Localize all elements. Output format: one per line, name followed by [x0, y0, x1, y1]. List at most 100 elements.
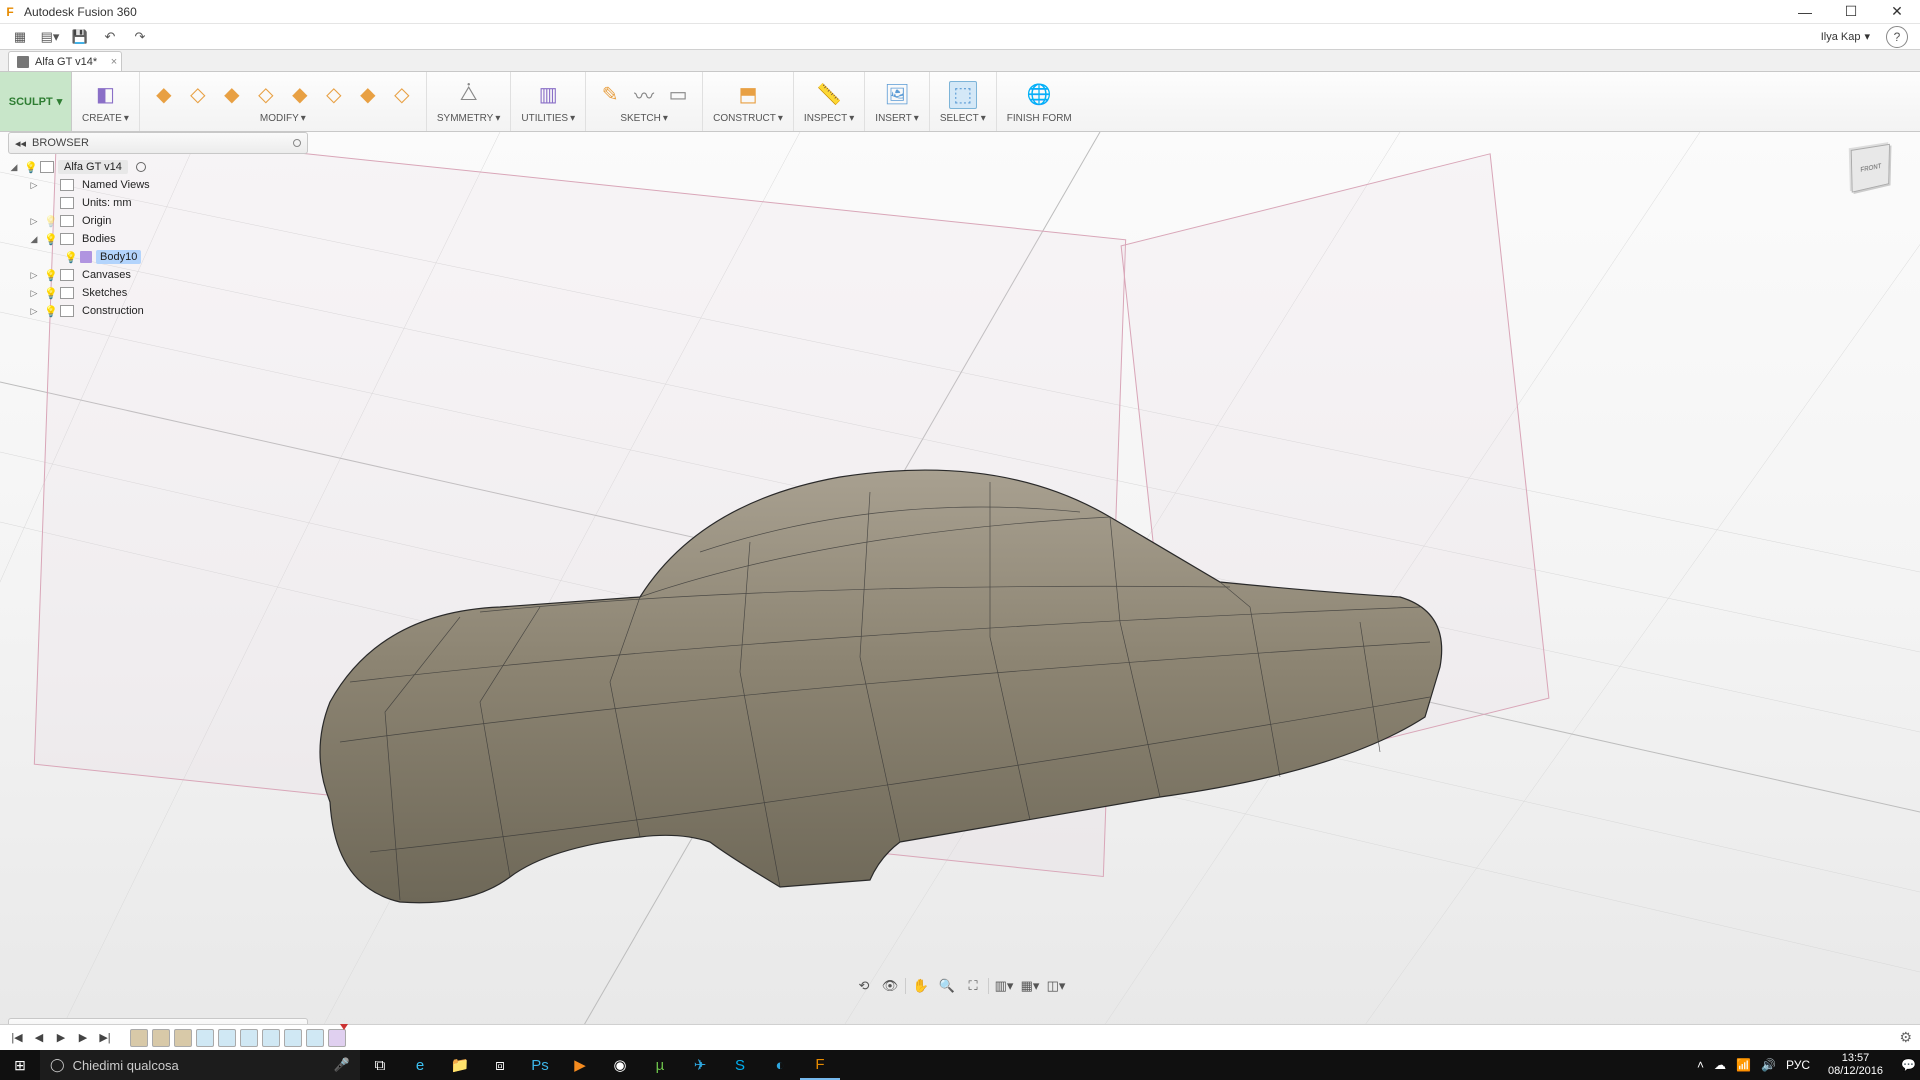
- photoshop-icon[interactable]: Ps: [520, 1050, 560, 1080]
- browser-collapse-icon[interactable]: ◂◂: [15, 137, 26, 150]
- tray-volume-icon[interactable]: 🔊: [1761, 1058, 1776, 1072]
- construct-icon[interactable]: ⬒: [734, 81, 762, 109]
- inspect-label[interactable]: INSPECT▾: [804, 112, 854, 126]
- timeline-feature[interactable]: [196, 1029, 214, 1047]
- utilities-label[interactable]: UTILITIES▾: [521, 112, 575, 126]
- explorer-icon[interactable]: 📁: [440, 1050, 480, 1080]
- modify-tool-2-icon[interactable]: ◇: [184, 81, 212, 109]
- pan-icon[interactable]: ✋: [910, 976, 932, 996]
- minimize-button[interactable]: —: [1782, 0, 1828, 24]
- modify-tool-4-icon[interactable]: ◇: [252, 81, 280, 109]
- symmetry-label[interactable]: SYMMETRY▾: [437, 112, 501, 126]
- sketch-tool-1-icon[interactable]: ✎: [596, 81, 624, 109]
- timeline-next-icon[interactable]: ▶: [74, 1029, 92, 1047]
- timeline-feature[interactable]: [174, 1029, 192, 1047]
- timeline-feature[interactable]: [130, 1029, 148, 1047]
- tree-sketches[interactable]: ▷💡 Sketches: [8, 284, 308, 302]
- start-button[interactable]: ⊞: [0, 1050, 40, 1080]
- look-icon[interactable]: 👁: [879, 976, 901, 996]
- timeline-settings-icon[interactable]: ⚙: [1899, 1029, 1912, 1046]
- tree-root[interactable]: ◢💡 Alfa GT v14: [8, 158, 308, 176]
- sketch-label[interactable]: SKETCH▾: [620, 112, 668, 126]
- tree-bodies[interactable]: ◢💡 Bodies: [8, 230, 308, 248]
- telegram-icon[interactable]: ✈: [680, 1050, 720, 1080]
- tray-wifi-icon[interactable]: 📶: [1736, 1058, 1751, 1072]
- media-icon[interactable]: ▶: [560, 1050, 600, 1080]
- timeline-prev-icon[interactable]: ◀: [30, 1029, 48, 1047]
- tab-close-icon[interactable]: ×: [111, 56, 117, 68]
- timeline-feature-current[interactable]: [328, 1029, 346, 1047]
- finish-form-icon[interactable]: 🌐: [1025, 81, 1053, 109]
- sketch-tool-2-icon[interactable]: 〰: [630, 81, 658, 109]
- timeline-feature[interactable]: [152, 1029, 170, 1047]
- select-label[interactable]: SELECT▾: [940, 112, 986, 126]
- timeline-feature[interactable]: [240, 1029, 258, 1047]
- tray-language[interactable]: РУС: [1786, 1058, 1810, 1072]
- browser-settings-icon[interactable]: [293, 139, 301, 147]
- display-icon[interactable]: ▥▾: [993, 976, 1015, 996]
- fit-icon[interactable]: ⛶: [962, 976, 984, 996]
- undo-icon[interactable]: ↶: [96, 26, 124, 48]
- mic-icon[interactable]: 🎤: [334, 1057, 350, 1073]
- grid-icon[interactable]: ▦▾: [1019, 976, 1041, 996]
- utilities-icon[interactable]: ▥: [534, 81, 562, 109]
- save-icon[interactable]: 💾: [66, 26, 94, 48]
- app-icon[interactable]: ◐: [760, 1050, 800, 1080]
- construct-label[interactable]: CONSTRUCT▾: [713, 112, 783, 126]
- utorrent-icon[interactable]: µ: [640, 1050, 680, 1080]
- zoom-icon[interactable]: 🔍: [936, 976, 958, 996]
- orbit-icon[interactable]: ⟲: [853, 976, 875, 996]
- user-menu[interactable]: Ilya Kap▾: [1813, 30, 1878, 43]
- cortana-search[interactable]: ◯ Chiedimi qualcosa 🎤: [40, 1050, 360, 1080]
- select-icon[interactable]: ⬚: [949, 81, 977, 109]
- insert-label[interactable]: INSERT▾: [875, 112, 919, 126]
- modify-tool-8-icon[interactable]: ◇: [388, 81, 416, 109]
- browser-header[interactable]: ◂◂ BROWSER: [8, 132, 308, 154]
- timeline-play-icon[interactable]: ▶: [52, 1029, 70, 1047]
- timeline-feature[interactable]: [218, 1029, 236, 1047]
- timeline-feature[interactable]: [306, 1029, 324, 1047]
- create-label[interactable]: CREATE▾: [82, 112, 129, 126]
- viewport-icon[interactable]: ◫▾: [1045, 976, 1067, 996]
- finish-label[interactable]: FINISH FORM: [1007, 112, 1072, 126]
- help-icon[interactable]: ?: [1886, 26, 1908, 48]
- sketch-tool-3-icon[interactable]: ▭: [664, 81, 692, 109]
- tree-construction[interactable]: ▷💡 Construction: [8, 302, 308, 320]
- tree-origin[interactable]: ▷💡 Origin: [8, 212, 308, 230]
- skype-icon[interactable]: S: [720, 1050, 760, 1080]
- fusion-taskbar-icon[interactable]: F: [800, 1050, 840, 1080]
- viewcube[interactable]: FRONT: [1840, 138, 1902, 200]
- tray-chevron-icon[interactable]: ˄: [1697, 1058, 1704, 1072]
- tray-onedrive-icon[interactable]: ☁: [1714, 1058, 1726, 1072]
- redo-icon[interactable]: ↷: [126, 26, 154, 48]
- close-button[interactable]: ✕: [1874, 0, 1920, 24]
- modify-tool-1-icon[interactable]: ◆: [150, 81, 178, 109]
- symmetry-icon[interactable]: ⧊: [455, 81, 483, 109]
- taskview-icon[interactable]: ⧉: [360, 1050, 400, 1080]
- insert-icon[interactable]: 🖼: [883, 81, 911, 109]
- activate-component-icon[interactable]: [136, 162, 146, 172]
- timeline-end-icon[interactable]: ▶|: [96, 1029, 114, 1047]
- chrome-icon[interactable]: ◉: [600, 1050, 640, 1080]
- tree-units[interactable]: Units: mm: [8, 194, 308, 212]
- apps-grid-icon[interactable]: ▦: [6, 26, 34, 48]
- dropbox-icon[interactable]: ⧈: [480, 1050, 520, 1080]
- create-box-icon[interactable]: ◧: [91, 81, 119, 109]
- edge-icon[interactable]: e: [400, 1050, 440, 1080]
- file-menu-icon[interactable]: ▤▾: [36, 26, 64, 48]
- modify-tool-7-icon[interactable]: ◆: [354, 81, 382, 109]
- timeline-feature[interactable]: [284, 1029, 302, 1047]
- timeline-feature[interactable]: [262, 1029, 280, 1047]
- modify-tool-5-icon[interactable]: ◆: [286, 81, 314, 109]
- tray-notifications-icon[interactable]: 💬: [1901, 1058, 1916, 1072]
- modify-tool-6-icon[interactable]: ◇: [320, 81, 348, 109]
- modify-tool-3-icon[interactable]: ◆: [218, 81, 246, 109]
- tray-clock[interactable]: 13:57 08/12/2016: [1820, 1052, 1891, 1078]
- tab-alfa-gt[interactable]: Alfa GT v14* ×: [8, 51, 122, 71]
- tspline-body[interactable]: [280, 382, 1480, 932]
- timeline-start-icon[interactable]: |◀: [8, 1029, 26, 1047]
- tree-named-views[interactable]: ▷ Named Views: [8, 176, 308, 194]
- tree-canvases[interactable]: ▷💡 Canvases: [8, 266, 308, 284]
- workspace-switcher[interactable]: SCULPT▾: [0, 72, 72, 131]
- modify-label[interactable]: MODIFY▾: [260, 112, 306, 126]
